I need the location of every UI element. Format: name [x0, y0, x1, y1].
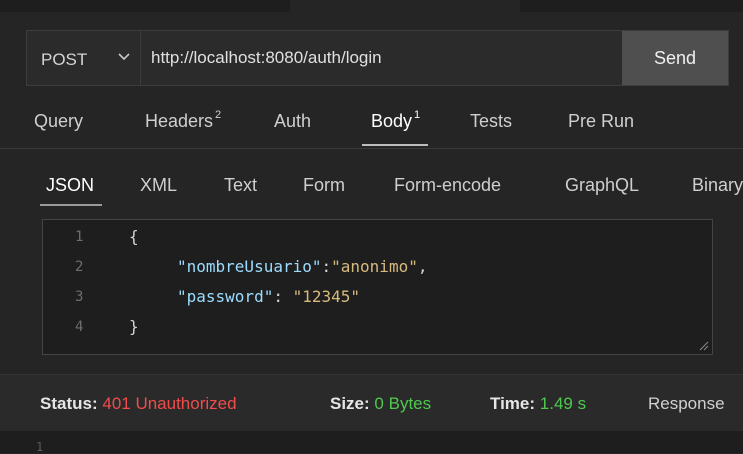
request-tabs: Query Headers 2 Auth Body 1 Tests Pre Run [0, 96, 743, 149]
json-value: "anonimo" [331, 257, 418, 276]
line-number: 3 [75, 289, 84, 305]
size-indicator: Size: 0 Bytes [330, 394, 431, 414]
body-type-tabs: JSON XML Text Form Form-encode GraphQL B… [0, 160, 743, 210]
tab-label: Headers [145, 111, 214, 131]
line-gutter: 1 2 3 4 [43, 220, 101, 354]
time-label: Time: [490, 394, 536, 413]
code-line-4: } [129, 317, 139, 336]
method-label: POST [41, 50, 88, 69]
tab-tests[interactable]: Tests [470, 111, 512, 132]
tab-label: Query [34, 111, 84, 131]
time-indicator: Time: 1.49 s [490, 394, 586, 414]
code-line-1: { [129, 227, 139, 246]
code-line-2: "nombreUsuario":"anonimo", [177, 257, 427, 276]
body-tab-text[interactable]: Text [224, 175, 257, 196]
tab-label: Pre Run [568, 111, 635, 131]
size-value: 0 Bytes [374, 394, 432, 413]
body-tab-json[interactable]: JSON [46, 175, 94, 196]
tab-label: Tests [470, 111, 513, 131]
line-number: 1 [36, 440, 44, 454]
body-tab-xml[interactable]: XML [140, 175, 177, 196]
body-tab-binary[interactable]: Binary [692, 175, 743, 196]
json-colon: : [321, 257, 332, 276]
send-button[interactable]: Send [622, 31, 728, 85]
active-tab-indicator [362, 144, 428, 146]
tab-badge: 1 [414, 109, 421, 121]
tab-body[interactable]: Body 1 [371, 109, 421, 132]
line-number: 1 [75, 229, 84, 245]
body-tab-graphql[interactable]: GraphQL [565, 175, 639, 196]
json-brace-open: { [129, 227, 139, 246]
code-line-3: "password": "12345" [177, 287, 360, 306]
line-number: 4 [75, 319, 84, 335]
tab-badge: 2 [215, 109, 222, 121]
request-url-bar: POST http://localhost:8080/auth/login Se… [26, 30, 729, 86]
json-key: "nombreUsuario" [177, 257, 322, 276]
chevron-down-icon [118, 53, 130, 61]
body-tab-form[interactable]: Form [303, 175, 345, 196]
url-input[interactable]: http://localhost:8080/auth/login [151, 48, 382, 68]
active-body-tab-indicator [40, 204, 102, 206]
tab-label: Body [371, 111, 413, 131]
json-comma: , [417, 257, 428, 276]
tab-auth[interactable]: Auth [274, 111, 311, 132]
top-tab-area [0, 0, 290, 12]
json-body-editor[interactable]: 1 2 3 4 { "nombreUsuario":"anonimo", "pa… [42, 219, 713, 355]
method-select[interactable]: POST [27, 31, 141, 85]
time-value: 1.49 s [539, 394, 587, 413]
status-label: Status: [40, 394, 98, 413]
tab-headers[interactable]: Headers 2 [145, 109, 222, 132]
status-value: 401 Unauthorized [102, 394, 237, 413]
tab-query[interactable]: Query [34, 111, 83, 132]
line-number: 2 [75, 259, 84, 275]
status-indicator: Status: 401 Unauthorized [40, 394, 237, 414]
json-colon: : [273, 287, 293, 306]
tab-label: Auth [274, 111, 312, 131]
json-brace-close: } [129, 317, 139, 336]
resize-handle-icon[interactable] [697, 339, 709, 351]
response-status-bar: Status: 401 Unauthorized Size: 0 Bytes T… [0, 374, 743, 431]
tab-response[interactable]: Response [648, 394, 725, 414]
window-top-strip [0, 0, 743, 18]
response-body-area: 1 [0, 431, 743, 454]
tab-pre-run[interactable]: Pre Run [568, 111, 634, 132]
json-key: "password" [177, 287, 274, 306]
body-tab-form-encode[interactable]: Form-encode [394, 175, 501, 196]
json-value: "12345" [292, 287, 361, 306]
top-tab-area-right [520, 0, 743, 12]
size-label: Size: [330, 394, 370, 413]
